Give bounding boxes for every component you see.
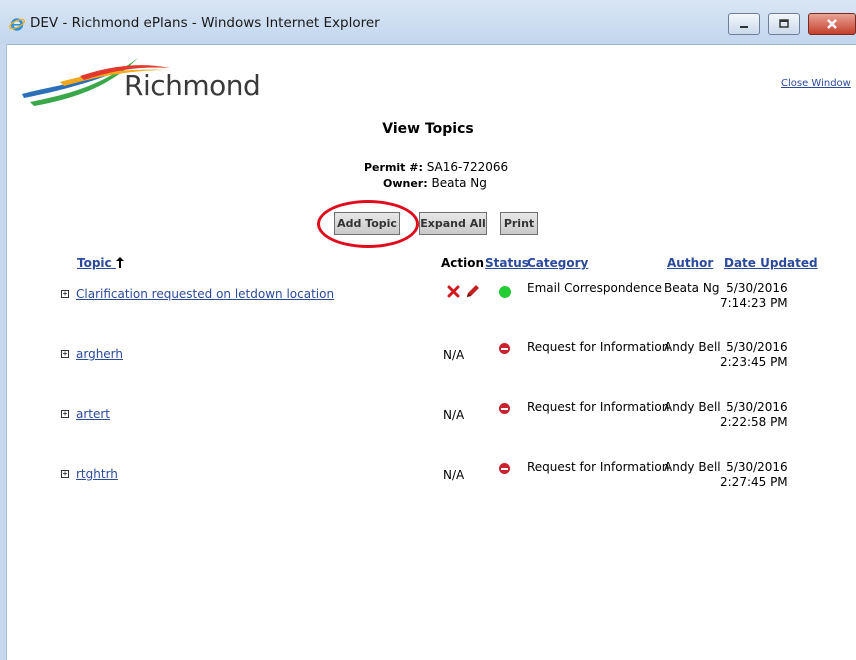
author-cell: Andy Bell <box>664 400 721 414</box>
page-title: View Topics <box>382 121 474 137</box>
topic-link[interactable]: argherh <box>76 347 123 361</box>
window-title: DEV - Richmond ePlans - Windows Internet… <box>30 15 380 31</box>
minimize-icon <box>740 26 748 28</box>
time-value: 2:23:45 PM <box>720 355 788 369</box>
date-value: 5/30/2016 <box>726 340 788 354</box>
permit-label: Permit #: <box>364 161 423 174</box>
window-titlebar: DEV - Richmond ePlans - Windows Internet… <box>0 0 856 45</box>
date-cell: 5/30/2016 2:22:58 PM <box>720 400 788 430</box>
date-value: 5/30/2016 <box>726 281 788 295</box>
time-value: 2:27:45 PM <box>720 475 788 489</box>
permit-value: SA16-722066 <box>426 160 509 174</box>
close-icon <box>827 19 837 29</box>
maximize-button[interactable] <box>768 13 800 35</box>
owner-value: Beata Ng <box>431 176 487 190</box>
author-cell: Andy Bell <box>664 460 721 474</box>
permit-info: Permit #: SA16-722066 <box>364 160 508 174</box>
category-cell: Email Correspondence <box>527 281 663 295</box>
status-open-indicator <box>499 286 511 298</box>
header-category[interactable]: Category <box>527 256 588 270</box>
close-window-link[interactable]: Close Window <box>781 78 851 89</box>
time-value: 2:22:58 PM <box>720 415 788 429</box>
time-value: 7:14:23 PM <box>720 296 788 310</box>
topic-link[interactable]: rtghtrh <box>76 467 118 481</box>
action-cell: N/A <box>443 348 465 362</box>
expand-row-icon[interactable]: + <box>61 470 69 478</box>
print-button[interactable]: Print <box>500 212 538 235</box>
add-topic-button[interactable]: Add Topic <box>334 212 400 235</box>
minimize-button[interactable] <box>728 13 760 35</box>
expand-row-icon[interactable]: + <box>61 410 69 418</box>
status-closed-indicator <box>499 463 510 474</box>
category-cell: Request for Information <box>527 460 670 474</box>
header-topic-label: Topic <box>77 256 112 270</box>
action-cell: N/A <box>443 408 465 422</box>
action-cell: N/A <box>443 468 465 482</box>
date-value: 5/30/2016 <box>726 400 788 414</box>
expand-row-icon[interactable]: + <box>61 290 69 298</box>
maximize-icon <box>779 19 789 28</box>
author-cell: Beata Ng <box>664 281 720 295</box>
x-icon[interactable] <box>447 285 460 298</box>
expand-row-icon[interactable]: + <box>61 350 69 358</box>
close-button[interactable] <box>808 13 856 35</box>
date-cell: 5/30/2016 7:14:23 PM <box>720 281 788 311</box>
category-cell: Request for Information <box>527 340 670 354</box>
logo-text: Richmond <box>124 69 261 102</box>
header-status[interactable]: Status <box>485 256 529 270</box>
ie-icon <box>9 18 25 31</box>
date-cell: 5/30/2016 2:23:45 PM <box>720 340 788 370</box>
header-author[interactable]: Author <box>667 256 713 270</box>
header-date-updated[interactable]: Date Updated <box>724 256 818 270</box>
topic-link[interactable]: artert <box>76 407 110 421</box>
author-cell: Andy Bell <box>664 340 721 354</box>
owner-info: Owner: Beata Ng <box>383 176 487 190</box>
owner-label: Owner: <box>383 177 428 190</box>
header-action: Action <box>441 256 485 270</box>
date-value: 5/30/2016 <box>726 460 788 474</box>
arrow-up-icon <box>115 257 124 268</box>
pencil-icon[interactable] <box>464 284 480 300</box>
header-topic[interactable]: Topic <box>77 256 124 270</box>
status-closed-indicator <box>499 343 510 354</box>
status-closed-indicator <box>499 403 510 414</box>
date-cell: 5/30/2016 2:27:45 PM <box>720 460 788 490</box>
topic-link[interactable]: Clarification requested on letdown locat… <box>76 287 334 301</box>
category-cell: Request for Information <box>527 400 670 414</box>
expand-all-button[interactable]: Expand All <box>419 212 487 235</box>
